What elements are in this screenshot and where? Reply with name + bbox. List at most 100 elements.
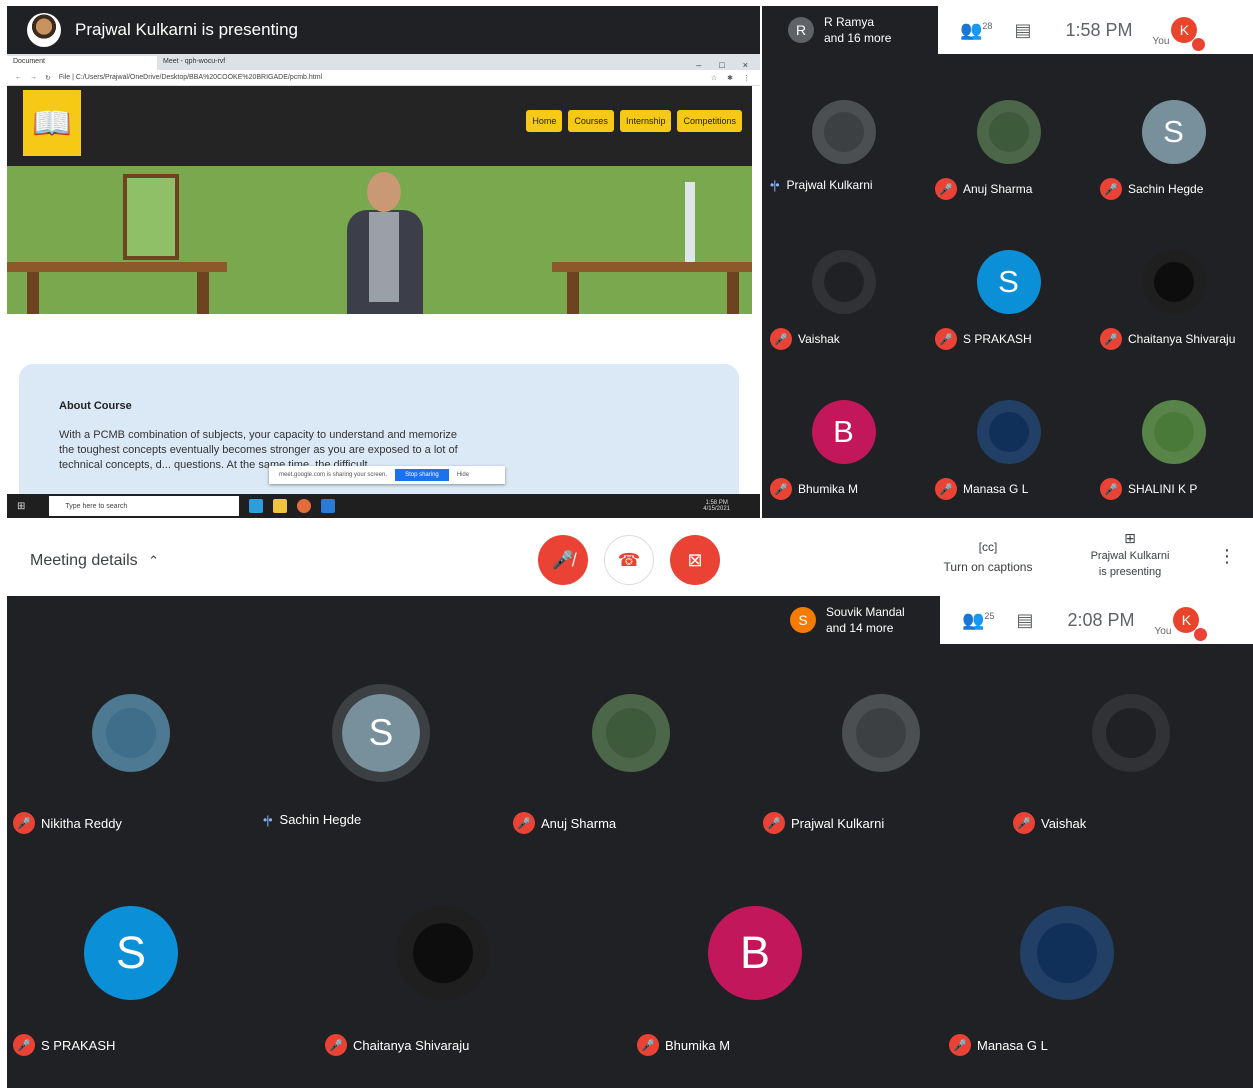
- nav-competitions-button[interactable]: Competitions: [677, 110, 742, 132]
- participant-tile[interactable]: 🎤 Nikitha Reddy: [7, 656, 255, 866]
- vscode-icon[interactable]: [321, 499, 336, 513]
- participant-tile[interactable]: S 🎤 S PRAKASH: [927, 224, 1090, 374]
- close-icon[interactable]: ×: [743, 60, 748, 70]
- participant-name: S PRAKASH: [963, 332, 1032, 346]
- participant-tile[interactable]: B 🎤 Bhumika M: [762, 374, 925, 524]
- star-icon[interactable]: ☆: [711, 74, 717, 82]
- nav-courses-button[interactable]: Courses: [568, 110, 614, 132]
- speaking-indicator-icon: •|•: [263, 812, 272, 827]
- chat-icon[interactable]: ▤: [1014, 20, 1031, 41]
- leave-call-button[interactable]: ☎: [604, 535, 654, 585]
- mic-muted-icon: 🎤: [13, 1034, 35, 1056]
- mic-muted-icon: 🎤: [935, 328, 957, 350]
- meeting-top-bar: R R Ramya and 16 more 👥28 ▤ 1:58 PM You …: [762, 6, 1253, 54]
- mic-muted-icon: 🎤: [1013, 812, 1035, 834]
- participant-name: Sachin Hegde: [279, 812, 362, 827]
- participant-name: Prajwal Kulkarni: [791, 815, 885, 831]
- mic-muted-icon: 🎤: [1100, 178, 1122, 200]
- participant-tile[interactable]: 🎤 Chaitanya Shivaraju: [1092, 224, 1253, 374]
- present-icon: ⊞: [1124, 530, 1136, 546]
- url-field[interactable]: File | C:/Users/Prajwal/OneDrive/Desktop…: [59, 74, 322, 81]
- participant-name: Anuj Sharma: [963, 182, 1033, 196]
- participant-tile[interactable]: 🎤 Anuj Sharma: [927, 74, 1090, 224]
- chat-icon[interactable]: ▤: [1016, 610, 1033, 631]
- explorer-icon[interactable]: [273, 499, 288, 513]
- website-nav: Home Courses Internship Competitions: [526, 110, 742, 132]
- participant-tile[interactable]: 🎤 Manasa G L: [927, 374, 1090, 524]
- stop-sharing-button[interactable]: Stop sharing: [395, 469, 449, 481]
- active-speakers-chip[interactable]: R R Ramya and 16 more: [762, 6, 938, 54]
- participant-avatar: B: [708, 906, 802, 1000]
- shared-browser-window: Document Meet - qph-wocu-rvf – □ × ← → ↻…: [7, 54, 760, 518]
- participant-tile[interactable]: 🎤 Prajwal Kulkarni: [757, 656, 1005, 866]
- presenting-status-button[interactable]: ⊞ Prajwal Kulkarni is presenting: [1080, 530, 1180, 580]
- edge-icon[interactable]: [249, 499, 264, 513]
- mic-muted-icon: 🎤: [770, 328, 792, 350]
- participant-tile[interactable]: S •|• Sachin Hegde: [257, 656, 505, 866]
- nav-internship-button[interactable]: Internship: [619, 110, 672, 132]
- meeting-details-button[interactable]: Meeting details ⌃: [30, 552, 159, 570]
- microscope-illustration: [685, 182, 725, 262]
- participant-tile[interactable]: 🎤 Vaishak: [762, 224, 925, 374]
- mic-muted-icon: 🎤: [513, 812, 535, 834]
- captions-button[interactable]: [cc] Turn on captions: [938, 540, 1038, 574]
- presenting-banner: Prajwal Kulkarni is presenting: [7, 6, 760, 54]
- participant-name: Bhumika M: [665, 1037, 731, 1053]
- hide-link[interactable]: Hide: [457, 472, 469, 478]
- mic-muted-icon: 🎤: [770, 478, 792, 500]
- extensions-icon[interactable]: ✱: [727, 74, 733, 82]
- participant-tile[interactable]: 🎤 Anuj Sharma: [507, 656, 755, 866]
- participant-tile[interactable]: S 🎤 S PRAKASH: [7, 884, 255, 1088]
- participant-tile[interactable]: S 🎤 Sachin Hegde: [1092, 74, 1253, 224]
- self-avatar-2: K: [1173, 607, 1208, 641]
- mic-muted-icon: 🎤: [763, 812, 785, 834]
- nav-home-button[interactable]: Home: [526, 110, 563, 132]
- window-controls: – □ ×: [696, 60, 760, 70]
- people-count-2: 25: [984, 610, 995, 621]
- menu-dots-icon[interactable]: ⋮: [743, 74, 750, 82]
- participant-tile[interactable]: B 🎤 Bhumika M: [631, 884, 879, 1088]
- participant-tile[interactable]: 🎤 Manasa G L: [943, 884, 1191, 1088]
- bottom-meeting-screenshot: S Souvik Mandal and 14 more 👥25 ▤ 2:08 P…: [7, 596, 1253, 1088]
- speaking-indicator-icon: •|•: [770, 178, 779, 192]
- participant-tile[interactable]: •|• Prajwal Kulkarni: [762, 74, 925, 224]
- participant-name: Anuj Sharma: [541, 815, 617, 831]
- participant-tile[interactable]: 🎤 SHALINI K P: [1092, 374, 1253, 524]
- back-icon[interactable]: ←: [15, 74, 22, 81]
- people-count: 28: [982, 20, 993, 31]
- people-icon[interactable]: 👥25: [962, 610, 994, 631]
- participant-tile[interactable]: 🎤 Vaishak: [1007, 656, 1253, 866]
- call-controls: 🎤̸ ☎ ⊠: [538, 535, 720, 585]
- reload-icon[interactable]: ↻: [45, 74, 51, 82]
- active-speakers-chip-2[interactable]: S Souvik Mandal and 14 more: [780, 596, 940, 644]
- windows-start-icon[interactable]: ⊞: [17, 501, 25, 512]
- participant-name: Manasa G L: [977, 1037, 1048, 1053]
- mic-muted-icon: 🎤: [325, 1034, 347, 1056]
- forward-icon[interactable]: →: [30, 74, 37, 81]
- participant-avatar: [592, 694, 670, 772]
- mic-muted-icon: 🎤: [13, 812, 35, 834]
- participant-avatar: [396, 906, 490, 1000]
- maximize-icon[interactable]: □: [719, 60, 724, 70]
- taskbar-search-input[interactable]: Type here to search: [49, 496, 240, 516]
- chip-more: and 16 more: [824, 31, 892, 45]
- participant-avatar: [842, 694, 920, 772]
- mic-muted-icon: 🎤: [1100, 478, 1122, 500]
- chrome-icon[interactable]: [297, 499, 312, 513]
- more-options-icon[interactable]: ⋮: [1218, 546, 1236, 567]
- participant-name: Nikitha Reddy: [41, 815, 122, 831]
- camera-toggle-button[interactable]: ⊠: [670, 535, 720, 585]
- browser-tabstrip: Document Meet - qph-wocu-rvf – □ ×: [7, 54, 760, 70]
- participant-avatar: [92, 694, 170, 772]
- mic-toggle-button[interactable]: 🎤̸: [538, 535, 588, 585]
- chip-avatar-2: S: [790, 607, 816, 633]
- people-icon[interactable]: 👥28: [960, 20, 992, 41]
- participant-avatar: B: [811, 400, 876, 464]
- participant-avatar: [811, 250, 876, 314]
- browser-tab-document[interactable]: Document: [7, 56, 157, 70]
- website-header: 📖 Home Courses Internship Competitions: [7, 86, 752, 166]
- minimize-icon[interactable]: –: [696, 60, 701, 70]
- participant-tile[interactable]: 🎤 Chaitanya Shivaraju: [319, 884, 567, 1088]
- browser-tab-meet[interactable]: Meet - qph-wocu-rvf: [157, 56, 307, 70]
- self-avatar: K: [1171, 17, 1206, 51]
